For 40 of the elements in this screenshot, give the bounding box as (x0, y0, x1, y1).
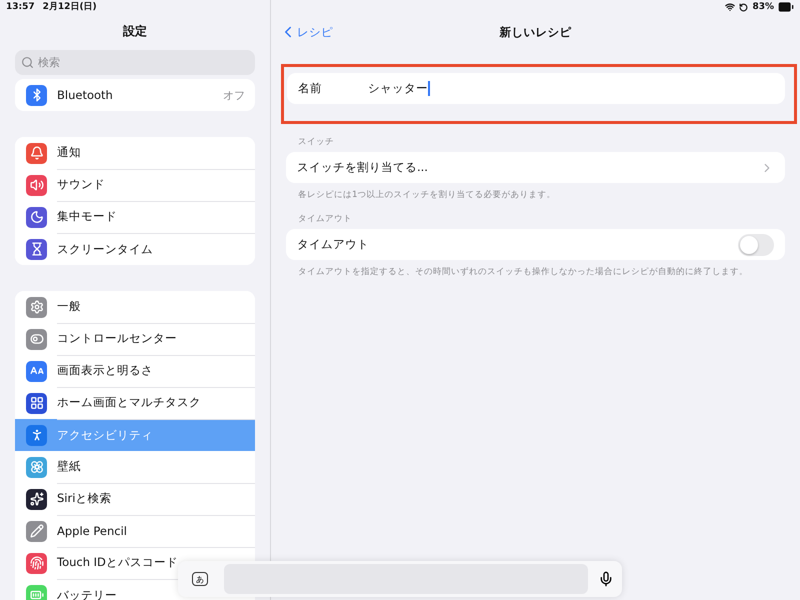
item-label: 壁紙 (57, 459, 81, 474)
item-label: アクセシビリティ (57, 428, 153, 442)
item-label: Touch IDとパスコード (57, 555, 178, 570)
section-footer: タイムアウトを指定すると、その時間いずれのスイッチも操作しなかった場合にレシピが自動的に終了します。 (298, 266, 785, 278)
page-title: 新しいレシピ (500, 24, 572, 40)
item-label: Siriと検索 (57, 491, 112, 506)
toggle-row[interactable]: タイムアウト (286, 229, 785, 260)
section-header: スイッチ (298, 136, 335, 148)
search-icon (21, 56, 34, 69)
item-label: 通知 (57, 145, 81, 160)
microphone-icon[interactable] (598, 571, 614, 587)
wifi-icon (725, 2, 736, 12)
back-button[interactable]: レシピ (279, 23, 333, 41)
item-label: スクリーンタイム (57, 242, 153, 256)
item-label: Bluetooth (57, 88, 113, 102)
item-label: 集中モード (57, 209, 117, 224)
field-label: 名前 (298, 81, 323, 96)
item-label: バッテリー (57, 588, 117, 600)
field-value: シャッター (368, 81, 428, 96)
section-header: タイムアウト (298, 213, 353, 225)
toggle-switch[interactable] (738, 234, 774, 256)
sidebar-title: 設定 (122, 23, 148, 40)
item-label: 画面表示と明るさ (57, 363, 153, 378)
status-date: 2月12日(日) (42, 0, 97, 13)
item-label: Apple Pencil (57, 524, 127, 538)
section-footer: 各レシピには1つ以上のスイッチを割り当てる必要があります。 (298, 189, 785, 201)
status-time: 13:57 (6, 2, 35, 12)
item-label: ホーム画面とマルチタスク (57, 395, 201, 410)
link-row[interactable]: スイッチを割り当てる... (286, 152, 785, 183)
text-cursor (428, 81, 430, 96)
item-label: コントロールセンター (57, 331, 177, 346)
item-label: サウンド (57, 177, 105, 192)
row-label: スイッチを割り当てる... (297, 160, 428, 175)
battery-percent: 83% (752, 2, 774, 12)
row-label: タイムアウト (297, 237, 369, 252)
item-label: 一般 (57, 299, 81, 314)
item-value: オフ (223, 88, 245, 102)
search-field[interactable]: 検索 (15, 50, 255, 75)
input-mode-key[interactable]: あ (192, 572, 208, 586)
name-field[interactable]: 名前 シャッター (287, 73, 785, 104)
